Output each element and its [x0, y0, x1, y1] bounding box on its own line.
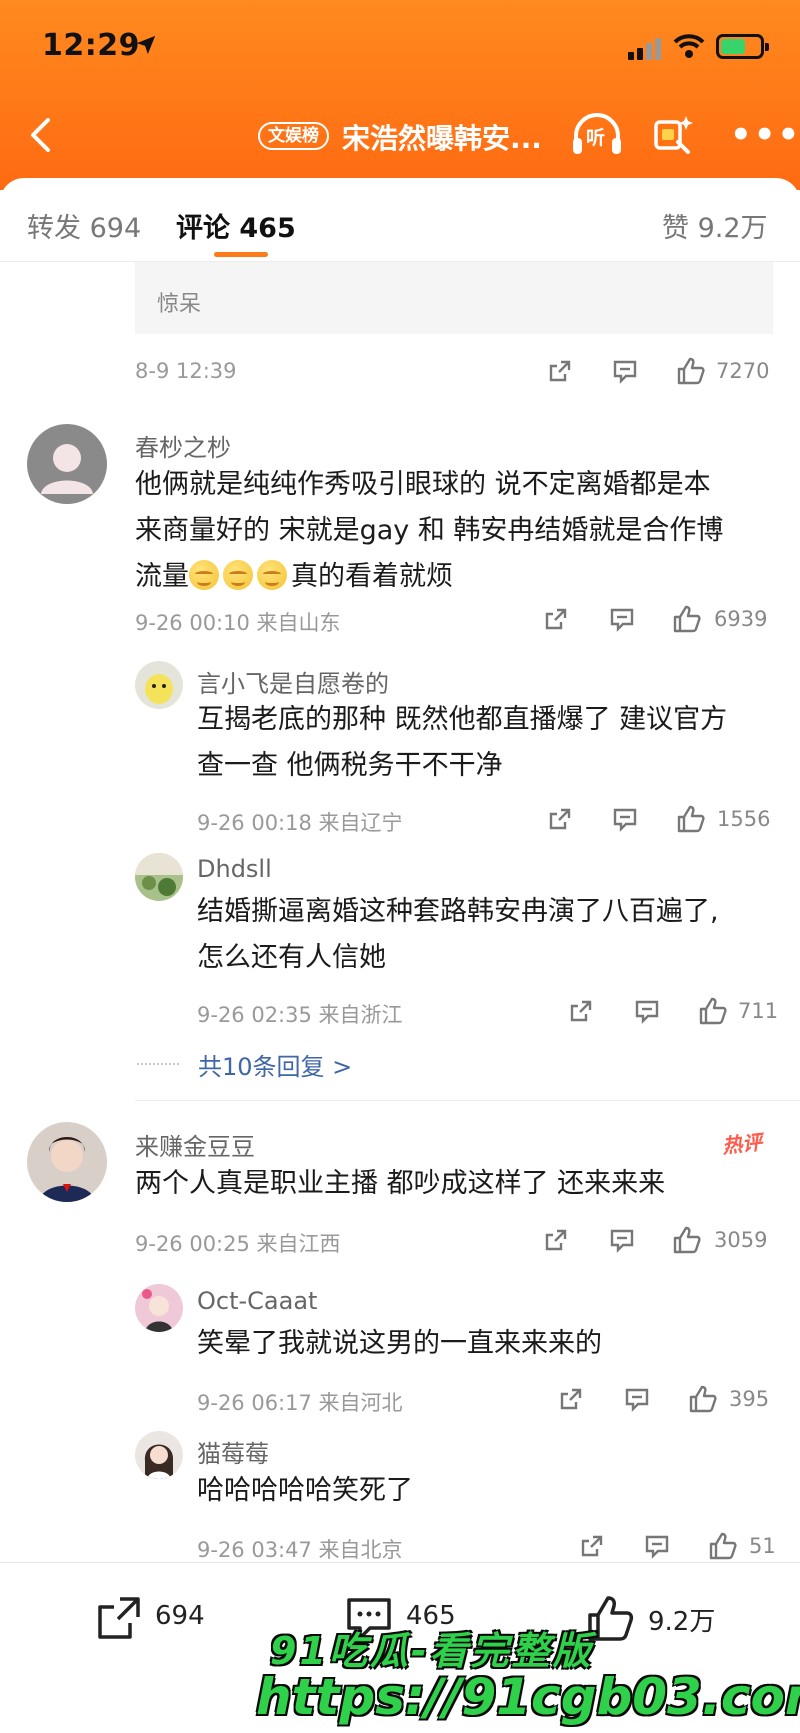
dotted-separator — [137, 1063, 179, 1065]
comment-line: 两个人真是职业主播 都吵成这样了 还来来来 — [135, 1168, 666, 1199]
like-count: 395 — [729, 1387, 770, 1411]
repost-count[interactable]: 694 — [155, 1601, 205, 1631]
avatar[interactable] — [135, 853, 183, 901]
thumb-up-icon[interactable] — [708, 1531, 738, 1561]
quoted-text: 惊呆 — [157, 292, 202, 317]
hot-comment-badge: 热评 — [721, 1129, 764, 1159]
share-icon[interactable] — [547, 358, 573, 384]
share-icon[interactable] — [547, 806, 573, 832]
comment-icon[interactable] — [609, 1227, 635, 1253]
share-icon[interactable] — [579, 1533, 605, 1559]
like-count: 51 — [749, 1534, 776, 1558]
comment-text: 他俩就是纯纯作秀吸引眼球的 说不定离婚都是本 来商量好的 宋就是gay 和 韩安… — [135, 462, 723, 600]
listen-button[interactable]: 听 — [570, 110, 624, 160]
comment-time: 9-26 00:25 来自江西 — [135, 1232, 341, 1256]
nav-bar: 文娱榜 宋浩然曝韩安... 听 ••• — [0, 100, 800, 170]
location-arrow-icon — [136, 35, 156, 55]
like-count: 1556 — [717, 807, 771, 831]
comment-line: 互揭老底的那种 既然他都直播爆了 建议官方 — [197, 704, 728, 735]
more-options-icon[interactable]: ••• — [730, 118, 800, 152]
comment-line: 结婚撕逼离婚这种套路韩安冉演了八百遍了, — [197, 896, 719, 927]
comment-line: 流量 真的看着就烦 — [135, 554, 723, 600]
comment-time: 9-26 02:35 来自浙江 — [197, 1003, 403, 1027]
comment-icon[interactable] — [644, 1533, 670, 1559]
wifi-icon — [673, 34, 705, 58]
tab-bar: 转发 694 评论 465 赞 9.2万 — [0, 178, 800, 262]
status-time: 12:29 — [42, 28, 140, 63]
active-tab-indicator — [214, 252, 268, 257]
share-icon[interactable] — [543, 1227, 569, 1253]
avatar[interactable] — [135, 1284, 183, 1332]
comment-icon[interactable] — [609, 606, 635, 632]
back-arrow-icon[interactable] — [18, 112, 64, 158]
comment-time: 9-26 00:10 来自山东 — [135, 611, 341, 635]
comment-line: 他俩就是纯纯作秀吸引眼球的 说不定离婚都是本 — [135, 469, 711, 500]
like-count: 3059 — [714, 1228, 768, 1252]
comment-text: 互揭老底的那种 既然他都直播爆了 建议官方 查一查 他俩税务干不干净 — [197, 697, 727, 789]
thumb-up-icon[interactable] — [688, 1384, 718, 1414]
comment-icon[interactable] — [612, 806, 638, 832]
share-icon[interactable] — [558, 1386, 584, 1412]
tab-likes[interactable]: 赞 9.2万 — [662, 206, 768, 245]
comment-text: 哈哈哈哈哈笑死了 — [197, 1468, 413, 1514]
comment-text: 结婚撕逼离婚这种套路韩安冉演了八百遍了, 怎么还有人信她 — [197, 889, 719, 981]
battery-icon — [716, 34, 769, 59]
status-bar: 12:29 — [0, 0, 800, 90]
comment-line-prefix: 流量 — [135, 561, 189, 592]
view-more-replies-link[interactable]: 共10条回复 > — [198, 1047, 352, 1082]
avatar[interactable] — [27, 424, 107, 504]
thumb-up-icon[interactable] — [676, 356, 706, 386]
ranking-tag[interactable]: 文娱榜 — [258, 122, 329, 150]
avatar[interactable] — [135, 661, 183, 709]
like-count: 7270 — [716, 359, 770, 383]
comment-line: 笑晕了我就说这男的一直来来来的 — [197, 1328, 602, 1359]
username[interactable]: 猫莓莓 — [197, 1434, 269, 1469]
comment-icon[interactable] — [634, 998, 660, 1024]
comment-time: 9-26 00:18 来自辽宁 — [197, 811, 403, 835]
quoted-reply-box[interactable]: 惊呆 — [135, 262, 773, 334]
comment-time: 9-26 03:47 来自北京 — [197, 1538, 403, 1562]
username[interactable]: 来赚金豆豆 — [135, 1127, 255, 1162]
ai-search-icon[interactable] — [652, 112, 696, 156]
awkward-emoji-icon — [189, 560, 219, 590]
thumb-up-icon[interactable] — [698, 996, 728, 1026]
like-count: 6939 — [714, 607, 768, 631]
comment-line: 来商量好的 宋就是gay 和 韩安冉结婚就是合作博 — [135, 515, 724, 546]
page-title[interactable]: 宋浩然曝韩安... — [342, 117, 542, 157]
like-total[interactable]: 9.2万 — [648, 1601, 715, 1638]
awkward-emoji-icon — [257, 560, 287, 590]
thumb-up-icon[interactable] — [672, 1225, 702, 1255]
watermark-title: 91吃瓜-看完整版 — [270, 1629, 594, 1673]
tab-comments[interactable]: 评论 465 — [176, 206, 296, 245]
repost-icon[interactable] — [94, 1593, 144, 1643]
comment-text: 两个人真是职业主播 都吵成这样了 还来来来 — [135, 1161, 665, 1207]
divider — [135, 1100, 800, 1101]
comment-time: 9-26 06:17 来自河北 — [197, 1391, 403, 1415]
comment-icon[interactable] — [624, 1386, 650, 1412]
username[interactable]: 言小飞是自愿卷的 — [197, 664, 389, 699]
thumb-up-icon[interactable] — [672, 604, 702, 634]
awkward-emoji-icon — [223, 560, 253, 590]
username[interactable]: 春杪之杪 — [135, 428, 231, 463]
thumb-up-icon[interactable] — [676, 804, 706, 834]
comment-icon[interactable] — [612, 358, 638, 384]
comment-time: 8-9 12:39 — [135, 359, 237, 383]
username[interactable]: Oct-Caaat — [197, 1287, 317, 1315]
comment-line: 查一查 他俩税务干不干净 — [197, 750, 503, 781]
comment-line: 怎么还有人信她 — [197, 942, 386, 973]
comment-line-suffix: 真的看着就烦 — [291, 561, 453, 592]
comment-line: 哈哈哈哈哈笑死了 — [197, 1475, 413, 1506]
tab-repost[interactable]: 转发 694 — [27, 206, 141, 245]
listen-label: 听 — [586, 127, 606, 149]
avatar[interactable] — [135, 1431, 183, 1479]
username[interactable]: Dhdsll — [197, 855, 272, 883]
share-icon[interactable] — [568, 998, 594, 1024]
share-icon[interactable] — [543, 606, 569, 632]
avatar[interactable] — [27, 1122, 107, 1202]
like-count: 711 — [738, 999, 779, 1023]
watermark-url: https://91cgb03.com — [256, 1668, 800, 1726]
comment-text: 笑晕了我就说这男的一直来来来的 — [197, 1321, 602, 1367]
